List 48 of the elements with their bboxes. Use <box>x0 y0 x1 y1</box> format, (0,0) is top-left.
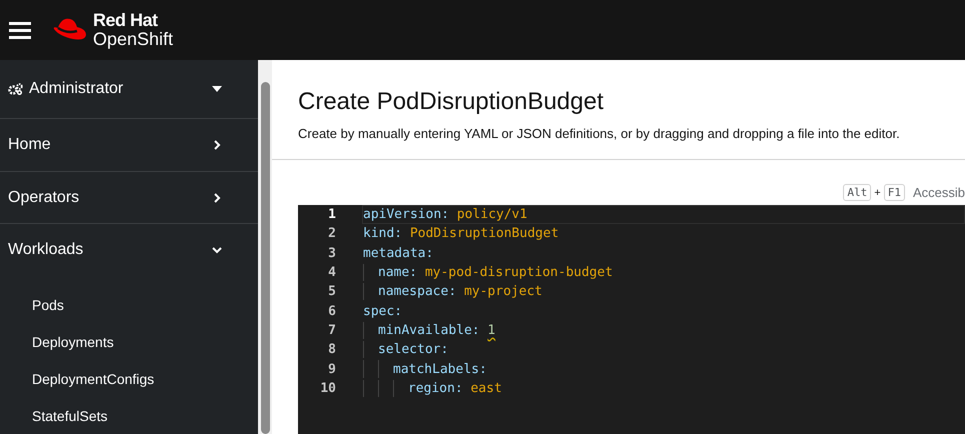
hat-logo-icon <box>53 18 87 42</box>
line-number: 3 <box>327 246 337 261</box>
shortcut-label[interactable]: Accessib <box>912 185 965 200</box>
menu-icon[interactable] <box>9 21 31 39</box>
yaml-value: PodDisruptionBudget <box>410 226 559 242</box>
yaml-value: east <box>470 380 502 396</box>
nav-item[interactable]: DeploymentConfigs <box>0 360 258 398</box>
gears-icon <box>8 83 23 96</box>
nav-item[interactable]: StatefulSets <box>0 397 258 434</box>
yaml-value: 1 <box>488 322 496 338</box>
brand-name: Red Hat <box>93 11 159 30</box>
yaml-key: name: <box>378 265 418 280</box>
yaml-key: minAvailable: <box>378 322 480 338</box>
line-number: 6 <box>327 304 337 319</box>
scrollbar[interactable] <box>258 60 272 434</box>
yaml-key: metadata: <box>363 246 434 261</box>
yaml-value: policy/v1 <box>456 207 528 222</box>
yaml-key: spec: <box>363 304 402 319</box>
chevron-down-icon <box>212 245 222 256</box>
plus-sign: + <box>874 186 881 198</box>
line-number: 7 <box>327 322 337 338</box>
yaml-value: my-pod-disruption-budget <box>424 265 613 280</box>
page-title: Create PodDisruptionBudget <box>298 88 605 116</box>
line-number: 2 <box>327 226 337 242</box>
nav-item[interactable]: Pods <box>0 286 258 324</box>
chevron-right-icon <box>212 192 222 203</box>
yaml-key: apiVersion: <box>363 207 450 222</box>
yaml-key: selector: <box>378 342 448 358</box>
line-number: 1 <box>327 207 337 222</box>
line-number: 9 <box>327 362 337 377</box>
yaml-key: region: <box>408 380 463 396</box>
keyboard-key: Alt <box>843 184 872 201</box>
line-number: 10 <box>319 380 337 396</box>
yaml-key: namespace: <box>378 284 456 300</box>
yaml-key: kind: <box>363 226 402 242</box>
keyboard-key: F1 <box>884 184 905 201</box>
nav-section[interactable]: Workloads <box>0 224 258 276</box>
line-number: 4 <box>327 265 337 280</box>
page-description: Create by manually entering YAML or JSON definitions, or by dragging and dropping a file into the editor. <box>298 126 901 141</box>
yaml-key: matchLabels: <box>393 362 487 377</box>
nav-item[interactable]: Deployments <box>0 323 258 360</box>
caret-down-icon <box>212 86 222 92</box>
yaml-value: my-project <box>464 284 542 300</box>
code-editor[interactable]: 1 apiVersion: policy/v1 2 kind: PodDisruptionBudget 3 metadata: 4 name: my-pod-disruption-budget 5 namespace: my-project 6 spec: 7 minAvailable: 1 8 selector: 9 matchLabels: 10 region: east <box>298 205 965 434</box>
line-number: 5 <box>327 284 337 300</box>
line-number: 8 <box>327 342 337 358</box>
chevron-right-icon <box>212 140 222 150</box>
product-name: OpenShift <box>93 30 174 49</box>
